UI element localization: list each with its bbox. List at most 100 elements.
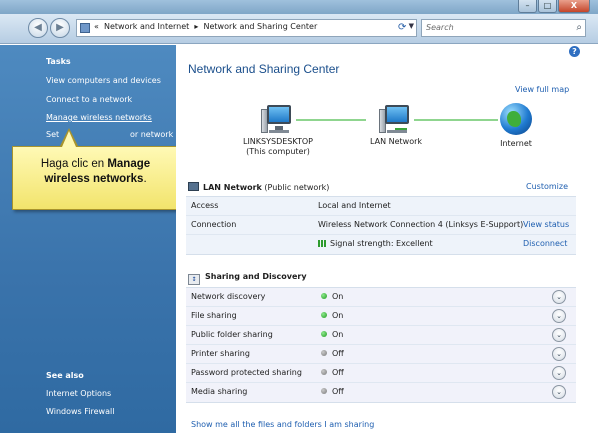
window-titlebar: – □ X	[0, 0, 598, 14]
network-details-table: Access Local and Internet Connection Wir…	[186, 196, 576, 255]
status-off-icon	[321, 388, 327, 394]
sharing-icon: ↕	[188, 274, 200, 285]
lan-label: LAN Network	[369, 137, 423, 146]
sidebar-see-also-heading: See also	[46, 371, 84, 380]
setting-state: Off	[321, 349, 344, 358]
setting-label: Public folder sharing	[191, 330, 273, 339]
minimize-button[interactable]: –	[518, 0, 537, 13]
internet-label: Internet	[500, 139, 532, 148]
sidebar-item-setup-partial[interactable]: Set	[46, 130, 59, 139]
address-dropdown-icon[interactable]: ▼	[409, 22, 414, 30]
table-row: Signal strength: Excellent Disconnect	[186, 235, 576, 254]
sharing-table: Network discovery On ⌄ File sharing On ⌄…	[186, 287, 576, 403]
setting-label: Media sharing	[191, 387, 248, 396]
sidebar-item-windows-firewall[interactable]: Windows Firewall	[46, 407, 114, 416]
navigation-bar: ◀ ▶ « Network and Internet ▸ Network and…	[0, 14, 598, 44]
window-controls: – □ X	[518, 0, 590, 13]
expand-chevron-icon[interactable]: ⌄	[552, 309, 566, 323]
setting-label: Network discovery	[191, 292, 266, 301]
setting-state: Off	[321, 368, 344, 377]
status-on-icon	[321, 331, 327, 337]
globe-icon	[500, 103, 532, 135]
help-icon[interactable]: ?	[569, 46, 580, 57]
sidebar-item-view-computers[interactable]: View computers and devices	[46, 76, 161, 85]
forward-arrow-icon: ▶	[56, 22, 64, 33]
breadcrumb-network-sharing-center[interactable]: Network and Sharing Center	[204, 22, 318, 31]
expand-chevron-icon[interactable]: ⌄	[552, 347, 566, 361]
setting-state: Off	[321, 387, 344, 396]
breadcrumb-separator-icon[interactable]: ▸	[194, 22, 198, 31]
table-row: Connection Wireless Network Connection 4…	[186, 216, 576, 235]
expand-chevron-icon[interactable]: ⌄	[552, 290, 566, 304]
disconnect-link[interactable]: Disconnect	[523, 239, 567, 248]
table-row: Media sharing Off ⌄	[186, 383, 576, 402]
expand-chevron-icon[interactable]: ⌄	[552, 328, 566, 342]
table-row: Password protected sharing Off ⌄	[186, 364, 576, 383]
search-icon[interactable]: ⌕	[576, 22, 582, 33]
expand-chevron-icon[interactable]: ⌄	[552, 366, 566, 380]
status-on-icon	[321, 293, 327, 299]
network-section-icon	[188, 182, 199, 191]
forward-button[interactable]: ▶	[50, 18, 70, 38]
row-value: Wireless Network Connection 4 (Linksys E…	[318, 220, 524, 229]
signal-strength: Signal strength: Excellent	[318, 239, 433, 248]
status-off-icon	[321, 350, 327, 356]
network-icon	[379, 103, 413, 137]
callout-prefix: Haga clic en	[40, 158, 108, 170]
setting-label: Password protected sharing	[191, 368, 302, 377]
computer-name: LINKSYSDESKTOP	[242, 137, 313, 146]
breadcrumb: « Network and Internet ▸ Network and Sha…	[94, 22, 317, 31]
setting-label: File sharing	[191, 311, 237, 320]
callout-bold-manage: Manage	[107, 158, 151, 170]
sidebar: Tasks View computers and devices Connect…	[0, 45, 176, 433]
breadcrumb-overflow[interactable]: «	[94, 22, 99, 31]
map-node-internet[interactable]: Internet	[481, 103, 551, 149]
refresh-icon[interactable]: ⟳	[398, 22, 406, 33]
view-status-link[interactable]: View status	[523, 220, 569, 229]
maximize-button[interactable]: □	[538, 0, 557, 13]
callout-bold-wireless: wireless networks	[44, 173, 144, 185]
callout-suffix: .	[143, 173, 147, 185]
row-label: Connection	[191, 220, 237, 229]
signal-bars-icon	[318, 240, 327, 247]
table-row: Printer sharing Off ⌄	[186, 345, 576, 364]
computer-subtitle: (This computer)	[246, 147, 310, 156]
back-button[interactable]: ◀	[28, 18, 48, 38]
sidebar-tasks-heading: Tasks	[46, 57, 71, 66]
network-section-heading: LAN Network (Public network)	[188, 182, 329, 192]
main-content: ? Network and Sharing Center View full m…	[176, 45, 598, 433]
table-row: Access Local and Internet	[186, 197, 576, 216]
show-shared-files-link[interactable]: Show me all the files and folders I am s…	[191, 420, 374, 429]
row-value: Local and Internet	[318, 201, 391, 210]
customize-link[interactable]: Customize	[526, 182, 568, 191]
view-full-map-link[interactable]: View full map	[515, 85, 569, 94]
expand-chevron-icon[interactable]: ⌄	[552, 385, 566, 399]
sidebar-item-manage-wireless[interactable]: Manage wireless networks	[46, 113, 152, 122]
search-input[interactable]: Search	[426, 23, 454, 32]
sidebar-item-connect-network[interactable]: Connect to a network	[46, 95, 132, 104]
map-node-computer[interactable]: LINKSYSDESKTOP (This computer)	[238, 103, 318, 157]
status-off-icon	[321, 369, 327, 375]
sidebar-item-setup-partial-end[interactable]: or network	[130, 130, 173, 139]
network-type: (Public network)	[264, 183, 330, 192]
setting-state: On	[321, 292, 343, 301]
map-node-lan[interactable]: LAN Network	[356, 103, 436, 147]
setting-label: Printer sharing	[191, 349, 250, 358]
back-arrow-icon: ◀	[34, 22, 42, 33]
close-button[interactable]: X	[558, 0, 590, 13]
row-label: Access	[191, 201, 219, 210]
network-folder-icon	[80, 23, 90, 33]
status-on-icon	[321, 312, 327, 318]
sidebar-item-internet-options[interactable]: Internet Options	[46, 389, 111, 398]
breadcrumb-network-and-internet[interactable]: Network and Internet	[104, 22, 189, 31]
table-row: Public folder sharing On ⌄	[186, 326, 576, 345]
search-box[interactable]: Search ⌕	[421, 19, 586, 37]
address-bar[interactable]: « Network and Internet ▸ Network and Sha…	[76, 19, 417, 37]
sharing-heading: Sharing and Discovery	[205, 272, 307, 281]
page-title: Network and Sharing Center	[188, 62, 340, 76]
sharing-section-heading: ↕ Sharing and Discovery	[188, 272, 307, 285]
setting-state: On	[321, 330, 343, 339]
network-name: LAN Network	[203, 183, 262, 192]
instruction-callout: Haga clic en Manage wireless networks.	[12, 146, 177, 210]
setting-state: On	[321, 311, 343, 320]
